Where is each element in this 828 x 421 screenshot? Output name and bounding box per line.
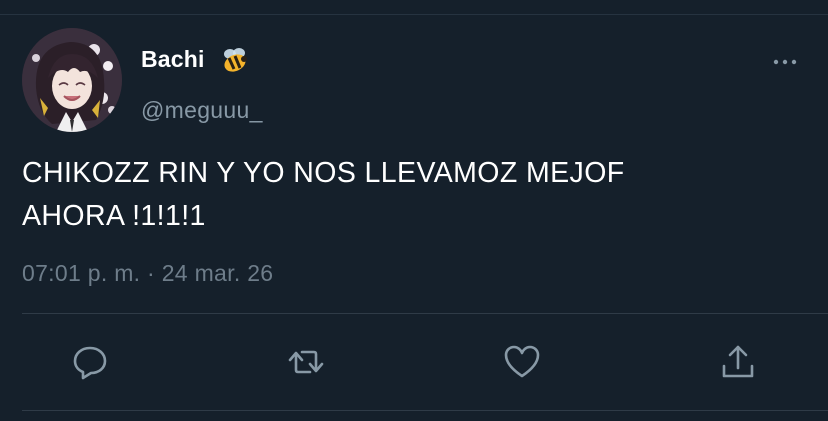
top-divider <box>0 14 828 15</box>
like-button[interactable] <box>502 342 542 382</box>
avatar[interactable] <box>22 28 122 132</box>
share-button[interactable] <box>718 342 758 382</box>
tweet-text: CHIKOZZ RIN Y YO NOS LLEVAMOZ MEJOF AHOR… <box>22 157 625 232</box>
retweet-button[interactable] <box>286 342 326 382</box>
share-icon <box>722 345 754 378</box>
display-name[interactable]: Bachi <box>141 46 205 73</box>
more-options-icon[interactable] <box>770 52 800 72</box>
actions-divider-top <box>22 313 828 314</box>
reply-button[interactable] <box>70 342 110 382</box>
actions-divider-bottom <box>22 410 828 411</box>
user-handle[interactable]: @meguuu_ <box>141 97 263 124</box>
retweet-icon <box>288 350 324 374</box>
reply-icon <box>73 346 107 380</box>
tweet-timestamp[interactable]: 07:01 p. m. · 24 mar. 26 <box>22 260 273 287</box>
like-icon <box>504 345 540 378</box>
bee-icon <box>224 48 247 72</box>
avatar-image <box>22 28 122 132</box>
tweet-detail-view: Bachi @meguuu_ CHIKOZZ RIN Y YO NOS LLEV… <box>0 0 828 421</box>
